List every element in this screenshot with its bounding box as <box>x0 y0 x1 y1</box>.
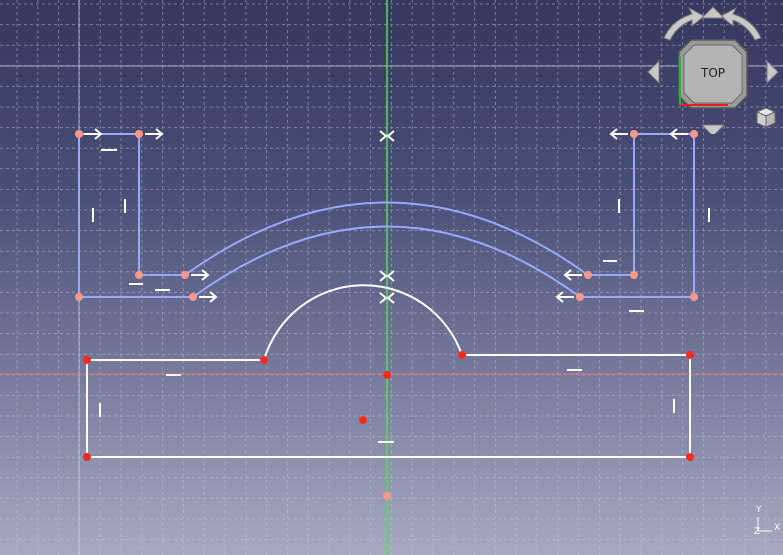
tangent-arrow-icon[interactable] <box>555 291 574 303</box>
sketch-point[interactable] <box>83 356 91 364</box>
arrow-down-icon[interactable] <box>700 124 726 134</box>
sketch-point[interactable] <box>686 453 694 461</box>
arrow-left-icon[interactable] <box>647 59 660 85</box>
sketch-point[interactable] <box>383 371 391 379</box>
sketch-point[interactable] <box>83 453 91 461</box>
sketch-point[interactable] <box>75 293 83 301</box>
axis-label-x: X <box>774 523 781 533</box>
sketch-point[interactable] <box>576 293 584 301</box>
axis-label-y: Y <box>756 505 762 515</box>
sketch-point[interactable] <box>135 130 143 138</box>
cube-face-label: TOP <box>700 66 725 80</box>
sketch-point[interactable] <box>135 271 143 279</box>
rotate-right-icon[interactable] <box>720 6 762 41</box>
geometry-points <box>83 351 694 461</box>
rotate-left-icon[interactable] <box>663 6 705 41</box>
tangent-arrow-icon[interactable] <box>84 128 103 140</box>
arrow-right-icon[interactable] <box>766 59 779 85</box>
tangent-arrow-icon[interactable] <box>609 128 628 140</box>
sketch-point[interactable] <box>181 271 189 279</box>
profile-arc[interactable] <box>263 284 463 361</box>
axis-label-z: Z <box>754 527 761 537</box>
navigation-cube[interactable]: TOP <box>642 4 783 134</box>
sketch-point[interactable] <box>630 271 638 279</box>
sketch-geometry[interactable] <box>86 284 691 458</box>
tangent-arrow-icon[interactable] <box>145 128 164 140</box>
construction-right-inner[interactable] <box>588 134 635 276</box>
construction-left-inner[interactable] <box>138 134 185 276</box>
sketch-point[interactable] <box>686 351 694 359</box>
sketch-point[interactable] <box>260 356 268 364</box>
tangent-arrow-icon[interactable] <box>199 291 218 303</box>
sketch-point[interactable] <box>75 130 83 138</box>
sketch-point[interactable] <box>630 130 638 138</box>
view-cube[interactable]: TOP <box>678 39 748 109</box>
sketch-point[interactable] <box>189 293 197 301</box>
tangent-arrow-icon[interactable] <box>563 269 582 281</box>
axis-indicator: Y Z X <box>748 505 783 539</box>
sketch-point[interactable] <box>584 271 592 279</box>
sketch-point[interactable] <box>383 492 391 500</box>
sketch-point[interactable] <box>458 351 466 359</box>
arrow-up-icon[interactable] <box>700 6 726 19</box>
home-cube-icon[interactable] <box>755 107 777 128</box>
sketch-point[interactable] <box>690 293 698 301</box>
arc-center-point[interactable] <box>359 416 367 424</box>
